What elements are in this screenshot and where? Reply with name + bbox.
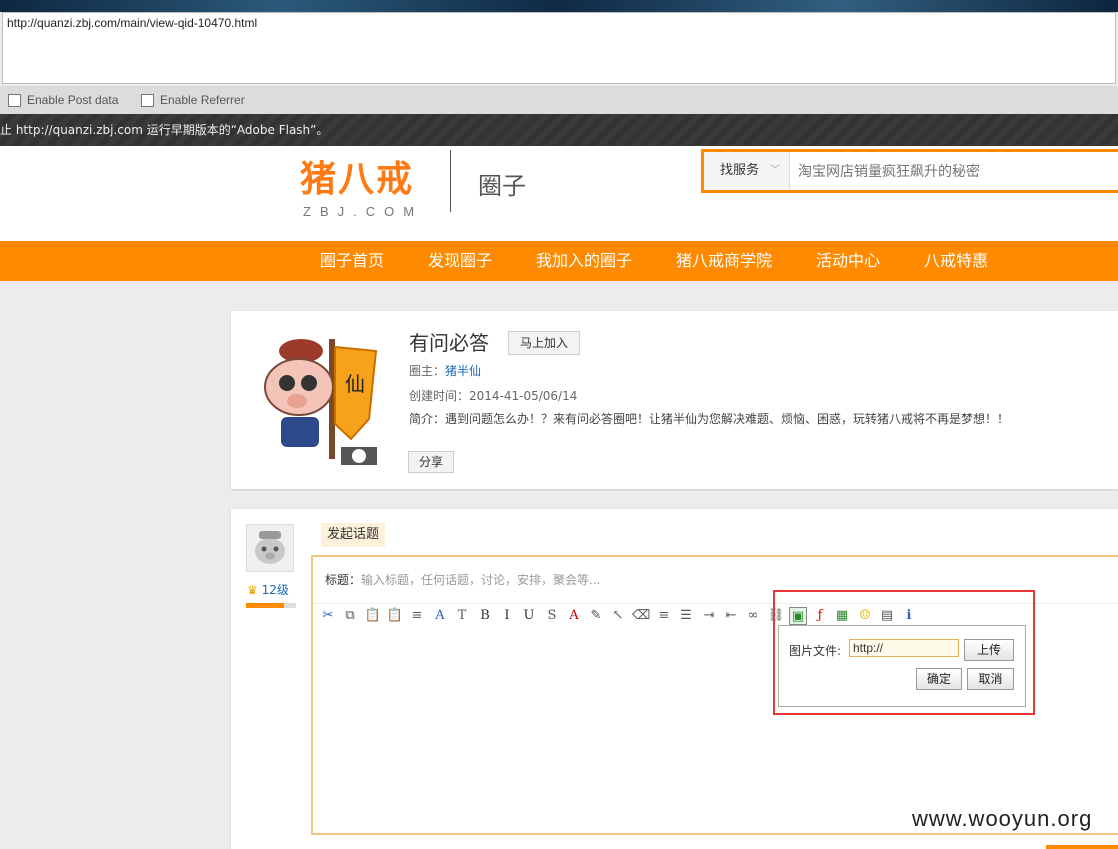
level-progress-bar	[246, 603, 296, 608]
site-header: 猪八戒 ZBJ.COM 圈子 找服务 ﹀	[0, 146, 1118, 241]
post-data-checkbox[interactable]	[8, 93, 21, 107]
media-icon[interactable]: ▦	[833, 607, 851, 625]
upload-button[interactable]: 上传	[964, 639, 1014, 661]
title-input[interactable]: 标题：输入标题，任何话题，讨论，安排，聚会等...	[313, 557, 1118, 604]
level-text: 12级	[261, 583, 289, 597]
chevron-down-icon: ﹀	[770, 165, 780, 176]
zbj-logo[interactable]: 猪八戒 ZBJ.COM	[300, 150, 426, 220]
underline-icon[interactable]: U	[520, 607, 538, 625]
paste-icon[interactable]: 📋	[364, 607, 382, 625]
circle-title: 有问必答	[409, 331, 489, 355]
info-icon[interactable]: ℹ	[900, 607, 918, 625]
bold-icon[interactable]: B	[476, 607, 494, 625]
image-icon[interactable]: ▣	[789, 607, 807, 625]
nav-item-events[interactable]: 活动中心	[816, 241, 880, 281]
site-name: 圈子	[478, 172, 526, 200]
cut-icon[interactable]: ✂	[319, 607, 337, 625]
nav-item-discover[interactable]: 发现圈子	[428, 241, 492, 281]
cancel-button[interactable]: 取消	[967, 668, 1014, 690]
nav-item-joined[interactable]: 我加入的圈子	[536, 241, 632, 281]
nav-item-home[interactable]: 圈子首页	[320, 241, 384, 281]
header-divider	[450, 150, 451, 212]
circle-owner: 圈主：猪半仙	[409, 362, 481, 379]
mascot-banner-text: 仙	[345, 372, 365, 396]
watermark: www.wooyun.org	[912, 806, 1093, 831]
pointer-icon[interactable]: ↖	[609, 607, 627, 625]
owner-label: 圈主：	[409, 364, 446, 378]
list-icon[interactable]: ☰	[677, 607, 695, 625]
image-insert-dialog: 图片文件: 上传 确定 取消	[778, 625, 1026, 707]
unlink-icon[interactable]: ⛓	[767, 607, 785, 625]
indent-icon[interactable]: ⇥	[700, 607, 718, 625]
confirm-button[interactable]: 确定	[916, 668, 962, 690]
nav-item-deals[interactable]: 八戒特惠	[924, 241, 988, 281]
link-icon[interactable]: ∞	[744, 607, 762, 625]
level-progress-fill	[246, 603, 284, 608]
title-placeholder: 输入标题，任何话题，讨论，安排，聚会等...	[361, 573, 601, 587]
join-button[interactable]: 马上加入	[508, 331, 580, 355]
circle-created: 创建时间：2014-41-05/06/14	[409, 389, 578, 403]
paste-text-icon[interactable]: 📋	[386, 607, 404, 625]
image-url-input[interactable]	[849, 639, 959, 657]
nav-item-academy[interactable]: 猪八戒商学院	[676, 241, 772, 281]
strikethrough-icon[interactable]: S	[543, 607, 561, 625]
enable-post-data-option[interactable]: Enable Post data	[8, 93, 118, 107]
image-file-label: 图片文件:	[789, 644, 842, 658]
table-icon[interactable]: ▤	[878, 607, 896, 625]
enable-referrer-option[interactable]: Enable Referrer	[141, 93, 245, 107]
post-data-label: Enable Post data	[27, 93, 119, 107]
share-button[interactable]: 分享	[408, 451, 454, 473]
emoticon-icon[interactable]: ☺	[856, 607, 874, 625]
font-icon[interactable]: A	[431, 607, 449, 625]
highlight-icon[interactable]: ✎	[587, 607, 605, 625]
eraser-icon[interactable]: ⌫	[632, 607, 650, 625]
justify-icon[interactable]: ≡	[655, 607, 673, 625]
search-input[interactable]	[796, 152, 1110, 192]
flash-notice-bar: 止 http://quanzi.zbj.com 运行早期版本的“Adobe Fl…	[0, 114, 1118, 146]
referrer-checkbox[interactable]	[141, 93, 154, 107]
corner-strip	[1046, 845, 1118, 849]
circle-info-card: 仙 有问必答 马上加入 圈主：猪半仙 创建时间：2014-41-05/06/14…	[231, 311, 1118, 489]
crown-icon: ♛	[247, 583, 258, 597]
title-label: 标题：	[325, 573, 362, 587]
font-size-icon[interactable]: T	[453, 607, 471, 625]
user-level: ♛ 12级	[247, 581, 289, 598]
logo-main-text: 猪八戒	[300, 158, 415, 200]
flash-notice-text: 止 http://quanzi.zbj.com 运行早期版本的“Adobe Fl…	[0, 123, 329, 137]
search-category-select[interactable]: 找服务 ﹀	[704, 152, 790, 190]
options-row: Enable Post data Enable Referrer	[0, 86, 1118, 114]
url-textarea[interactable]: http://quanzi.zbj.com/main/view-qid-1047…	[2, 12, 1116, 84]
search-box: 找服务 ﹀	[701, 149, 1118, 193]
top-strip	[0, 0, 1118, 12]
italic-icon[interactable]: I	[498, 607, 516, 625]
main-nav: 圈子首页 发现圈子 我加入的圈子 猪八戒商学院 活动中心 八戒特惠	[0, 241, 1118, 281]
avatar[interactable]	[246, 524, 294, 572]
pig-mascot-image: 仙	[264, 339, 378, 465]
font-color-icon[interactable]: A	[565, 607, 583, 625]
circle-intro: 简介：遇到问题怎么办！？来有问必答圈吧！让猪半仙为您解决难题、烦恼、困惑，玩转猪…	[409, 412, 1010, 426]
align-icon[interactable]: ≡	[408, 607, 426, 625]
owner-link[interactable]: 猪半仙	[445, 364, 481, 378]
referrer-label: Enable Referrer	[160, 93, 245, 107]
logo-sub-text: ZBJ.COM	[303, 204, 424, 219]
outdent-icon[interactable]: ⇤	[722, 607, 740, 625]
flash-icon[interactable]: ƒ	[811, 607, 829, 625]
new-topic-tab[interactable]: 发起话题	[321, 523, 386, 547]
search-category-label: 找服务	[720, 163, 760, 178]
copy-icon[interactable]: ⧉	[341, 607, 359, 625]
